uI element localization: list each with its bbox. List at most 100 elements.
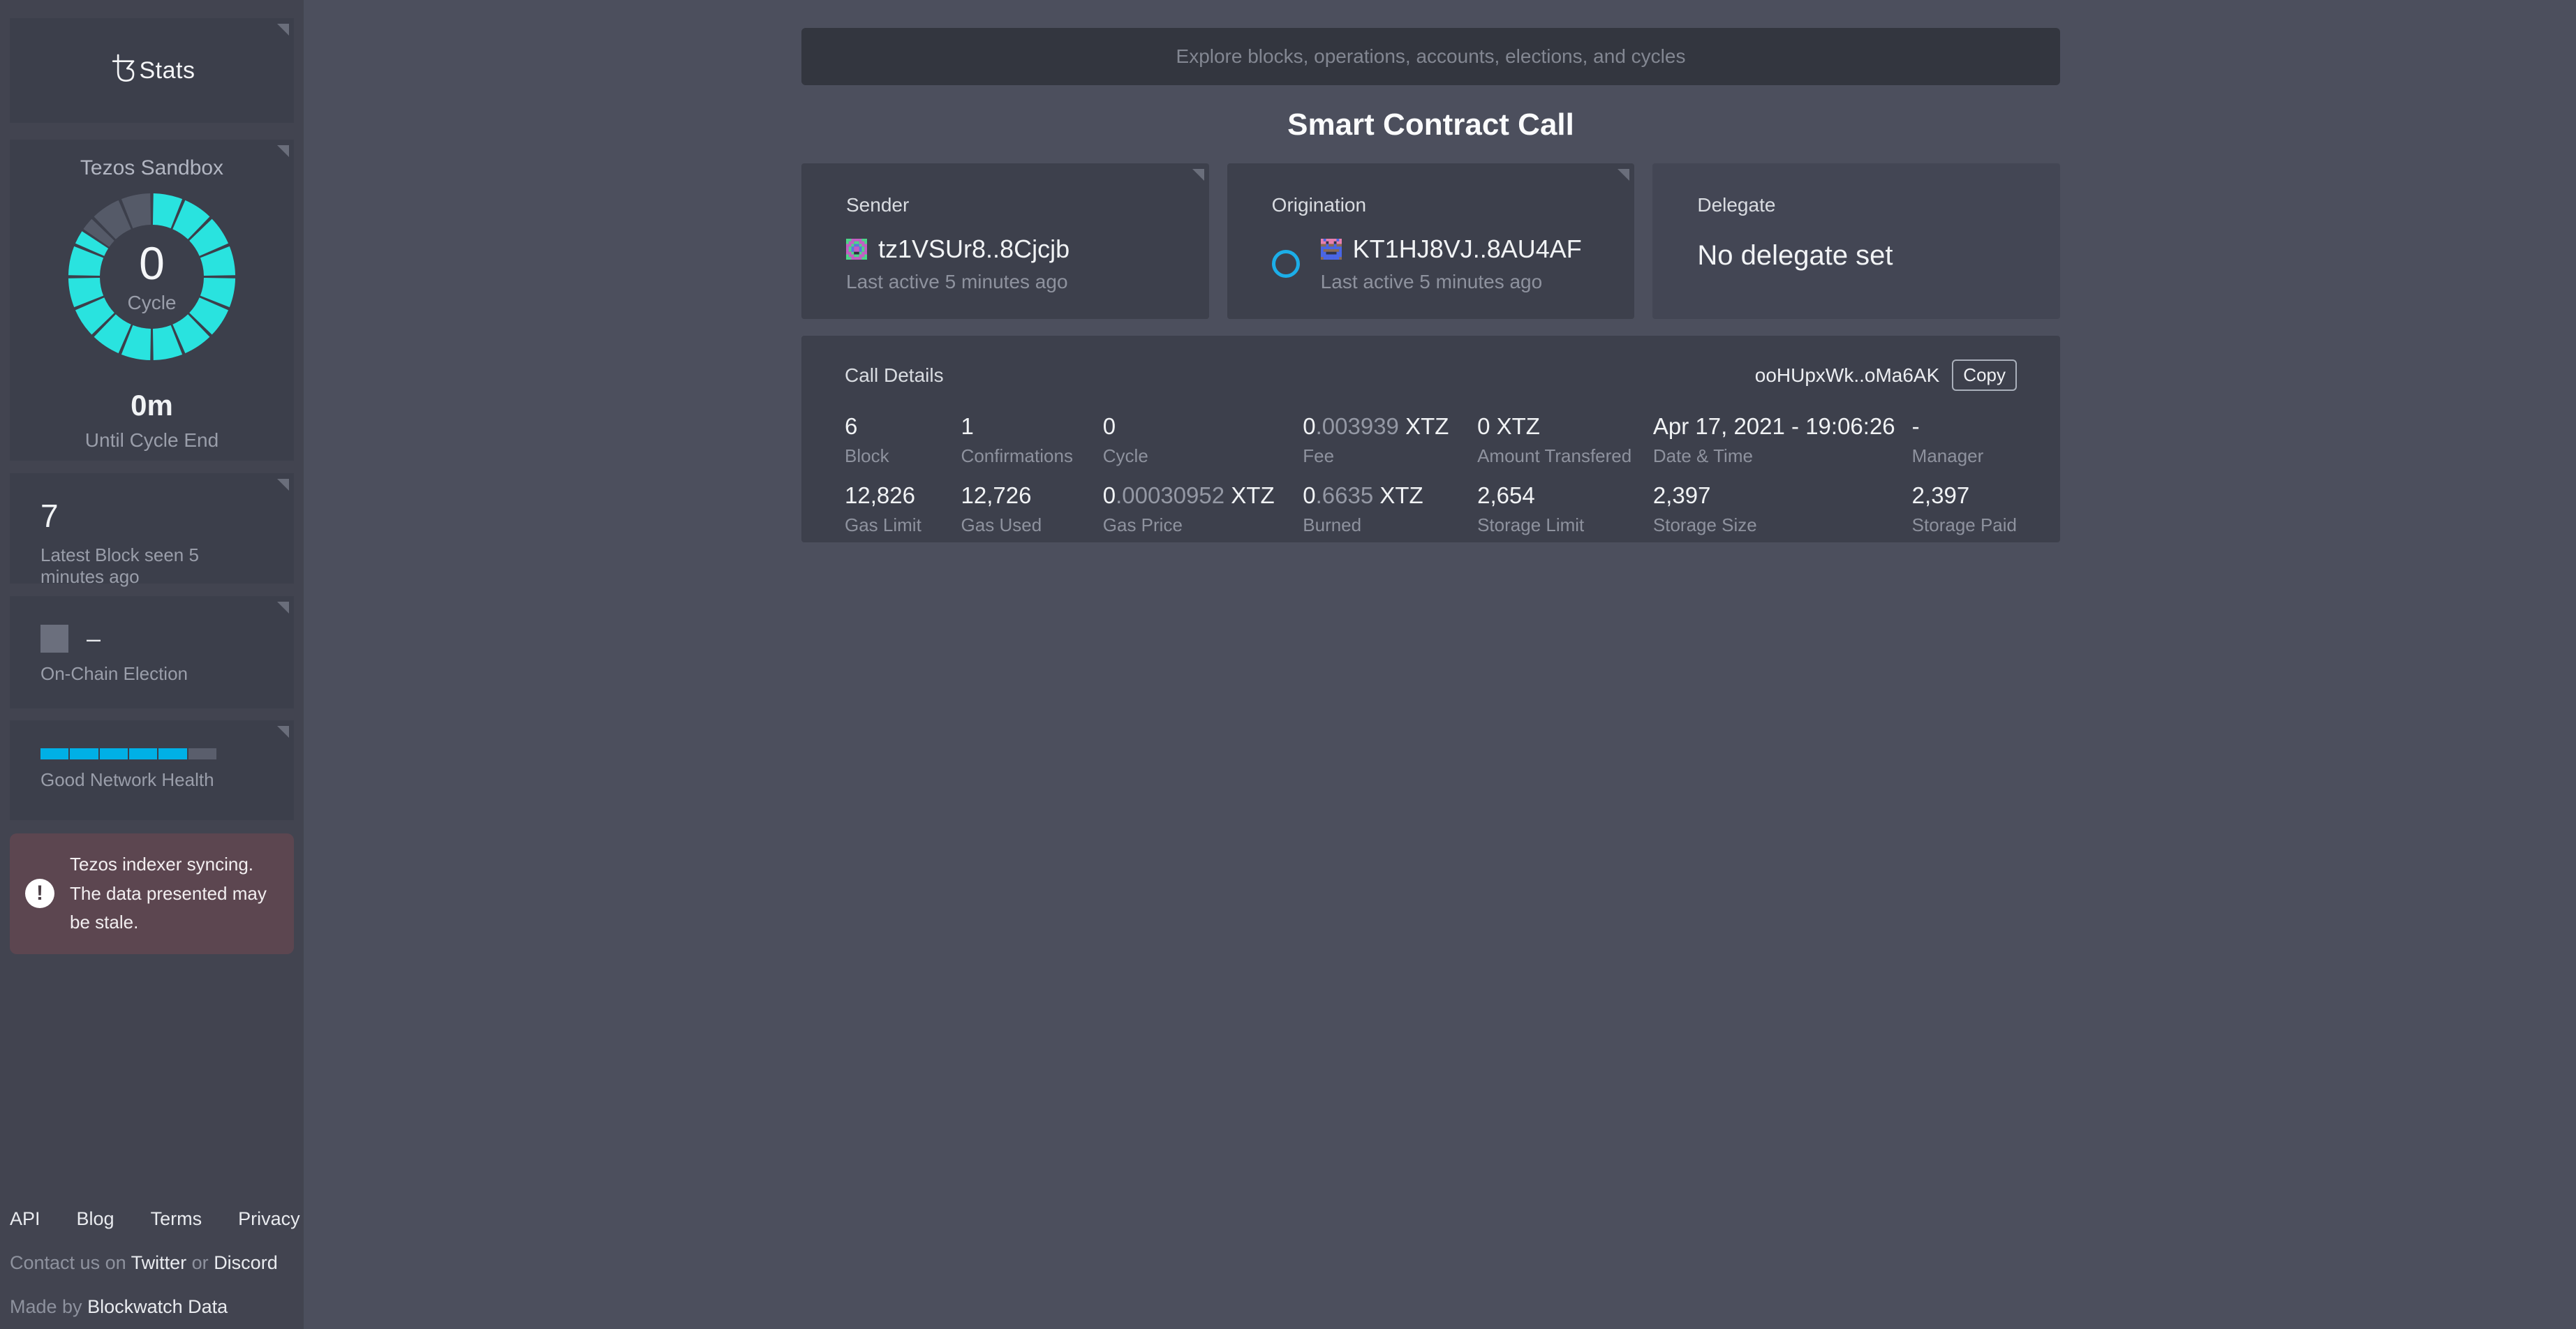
footer-link-blog[interactable]: Blog xyxy=(77,1208,114,1230)
copy-button[interactable]: Copy xyxy=(1952,359,2017,391)
twitter-link[interactable]: Twitter xyxy=(131,1252,187,1273)
stat-value: 0.003939 XTZ xyxy=(1303,413,1477,440)
stat-cell: 0.003939 XTZ Fee xyxy=(1303,413,1477,467)
sender-label: Sender xyxy=(846,194,1181,216)
sender-address-link[interactable]: tz1VSUr8..8Cjcjb xyxy=(878,235,1069,264)
delegate-label: Delegate xyxy=(1697,194,2032,216)
cycle-value: 0 xyxy=(139,240,165,286)
stat-cell: 1 Confirmations xyxy=(961,413,1103,467)
card-corner-icon xyxy=(277,602,289,614)
stat-cell: - Manager xyxy=(1912,413,2017,467)
stat-value: 12,826 xyxy=(845,482,961,509)
delegate-empty-text: No delegate set xyxy=(1697,240,2032,272)
origination-card: Origination KT1HJ8VJ..8AU4AF Last active… xyxy=(1227,163,1635,319)
stat-cell: 2,654 Storage Limit xyxy=(1477,482,1653,536)
stat-label: Gas Used xyxy=(961,514,1103,536)
stat-label: Storage Paid xyxy=(1912,514,2017,536)
sidebar: Stats Tezos Sandbox 0 Cycle 0m Until Cyc… xyxy=(0,0,304,1329)
page-title: Smart Contract Call xyxy=(801,107,2060,142)
health-segment xyxy=(70,748,98,759)
stat-label: Fee xyxy=(1303,445,1477,467)
logo-card[interactable]: Stats xyxy=(10,18,294,123)
stat-value: - xyxy=(1912,413,2017,440)
sender-card: Sender tz1VSUr8..8Cjcjb Last active 5 mi… xyxy=(801,163,1209,319)
election-card[interactable]: – On-Chain Election xyxy=(10,596,294,708)
card-corner-icon xyxy=(277,24,289,36)
stat-cell: 12,726 Gas Used xyxy=(961,482,1103,536)
health-segment xyxy=(129,748,157,759)
stat-label: Confirmations xyxy=(961,445,1103,467)
stat-cell: 0Cycle xyxy=(1103,413,1303,467)
stat-cell: 12,826 Gas Limit xyxy=(845,482,961,536)
footer-link-privacy[interactable]: Privacy xyxy=(238,1208,300,1230)
stat-label: Gas Price xyxy=(1103,514,1303,536)
stat-cell: 0.00030952 XTZ Gas Price xyxy=(1103,482,1303,536)
stat-cell: Apr 17, 2021 - 19:06:26 Date & Time xyxy=(1653,413,1912,467)
delegate-card: Delegate No delegate set xyxy=(1652,163,2060,319)
stat-label: Burned xyxy=(1303,514,1477,536)
stat-label: Storage Size xyxy=(1653,514,1912,536)
election-status-icon xyxy=(40,625,68,653)
stat-label: Amount Transfered xyxy=(1477,445,1653,467)
card-corner-icon xyxy=(277,145,289,157)
stat-label: Storage Limit xyxy=(1477,514,1653,536)
madeby-line: Made by Blockwatch Data xyxy=(10,1296,289,1318)
election-value: – xyxy=(87,624,101,653)
origination-address-link[interactable]: KT1HJ8VJ..8AU4AF xyxy=(1353,235,1582,264)
sidebar-footer: APIBlogTermsPrivacy Contact us on Twitte… xyxy=(10,1208,289,1318)
health-label: Good Network Health xyxy=(40,769,263,791)
main-area: Smart Contract Call Sender tz1VSUr8..8Cj… xyxy=(304,0,2576,1329)
stat-value: 2,397 xyxy=(1912,482,2017,509)
network-name: Tezos Sandbox xyxy=(10,140,294,180)
stat-value: 0 xyxy=(1103,413,1303,440)
election-label: On-Chain Election xyxy=(40,663,263,685)
card-corner-icon xyxy=(277,726,289,738)
brand-name: Stats xyxy=(140,57,195,84)
health-segment xyxy=(158,748,186,759)
stat-cell: 0.6635 XTZ Burned xyxy=(1303,482,1477,536)
indexer-sync-alert: ! Tezos indexer syncing. The data presen… xyxy=(10,833,294,954)
stat-value: 6 xyxy=(845,413,961,440)
stat-label: Manager xyxy=(1912,445,2017,467)
sender-last-active: Last active 5 minutes ago xyxy=(846,271,1181,293)
loading-spinner-icon xyxy=(1272,250,1300,278)
footer-links: APIBlogTermsPrivacy xyxy=(10,1208,289,1230)
discord-link[interactable]: Discord xyxy=(214,1252,278,1273)
card-corner-icon xyxy=(277,479,289,491)
cycle-gauge: 0 Cycle xyxy=(66,191,237,362)
origination-identicon xyxy=(1321,239,1342,260)
blockwatch-link[interactable]: Blockwatch Data xyxy=(87,1296,228,1317)
stat-cell: 0 XTZAmount Transfered xyxy=(1477,413,1653,467)
stat-value: 0.6635 XTZ xyxy=(1303,482,1477,509)
latest-block-card[interactable]: 7 Latest Block seen 5 minutes ago xyxy=(10,473,294,584)
footer-link-api[interactable]: API xyxy=(10,1208,40,1230)
call-details-title: Call Details xyxy=(845,364,944,387)
latest-block-value: 7 xyxy=(40,497,263,535)
footer-link-terms[interactable]: Terms xyxy=(151,1208,202,1230)
health-segment xyxy=(40,748,68,759)
contact-line: Contact us on Twitter or Discord xyxy=(10,1252,289,1274)
stat-cell: 2,397 Storage Paid xyxy=(1912,482,2017,536)
search-input[interactable] xyxy=(801,28,2060,85)
stat-value: 12,726 xyxy=(961,482,1103,509)
stat-value: 0.00030952 XTZ xyxy=(1103,482,1303,509)
sender-identicon xyxy=(846,239,867,260)
latest-block-label: Latest Block seen 5 minutes ago xyxy=(40,544,263,588)
stat-label: Gas Limit xyxy=(845,514,961,536)
health-segment xyxy=(100,748,128,759)
origination-last-active: Last active 5 minutes ago xyxy=(1321,271,1582,293)
stat-value: Apr 17, 2021 - 19:06:26 xyxy=(1653,413,1912,440)
stat-label: Block xyxy=(845,445,961,467)
cycle-countdown-value: 0m xyxy=(10,389,294,422)
operation-hash: ooHUpxWk..oMa6AK xyxy=(1755,364,1940,387)
stat-value: 2,654 xyxy=(1477,482,1653,509)
network-status-card: Tezos Sandbox 0 Cycle 0m Until Cycle End xyxy=(10,140,294,461)
stat-label: Date & Time xyxy=(1653,445,1912,467)
network-health-card[interactable]: Good Network Health xyxy=(10,720,294,820)
exclamation-icon: ! xyxy=(25,879,54,908)
stat-value: 1 xyxy=(961,413,1103,440)
alert-text: Tezos indexer syncing. The data presente… xyxy=(70,850,279,937)
call-details-card: Call Details ooHUpxWk..oMa6AK Copy 6 Bloc… xyxy=(801,336,2060,542)
health-segment xyxy=(188,748,216,759)
tzstats-logo[interactable]: Stats xyxy=(109,53,195,89)
